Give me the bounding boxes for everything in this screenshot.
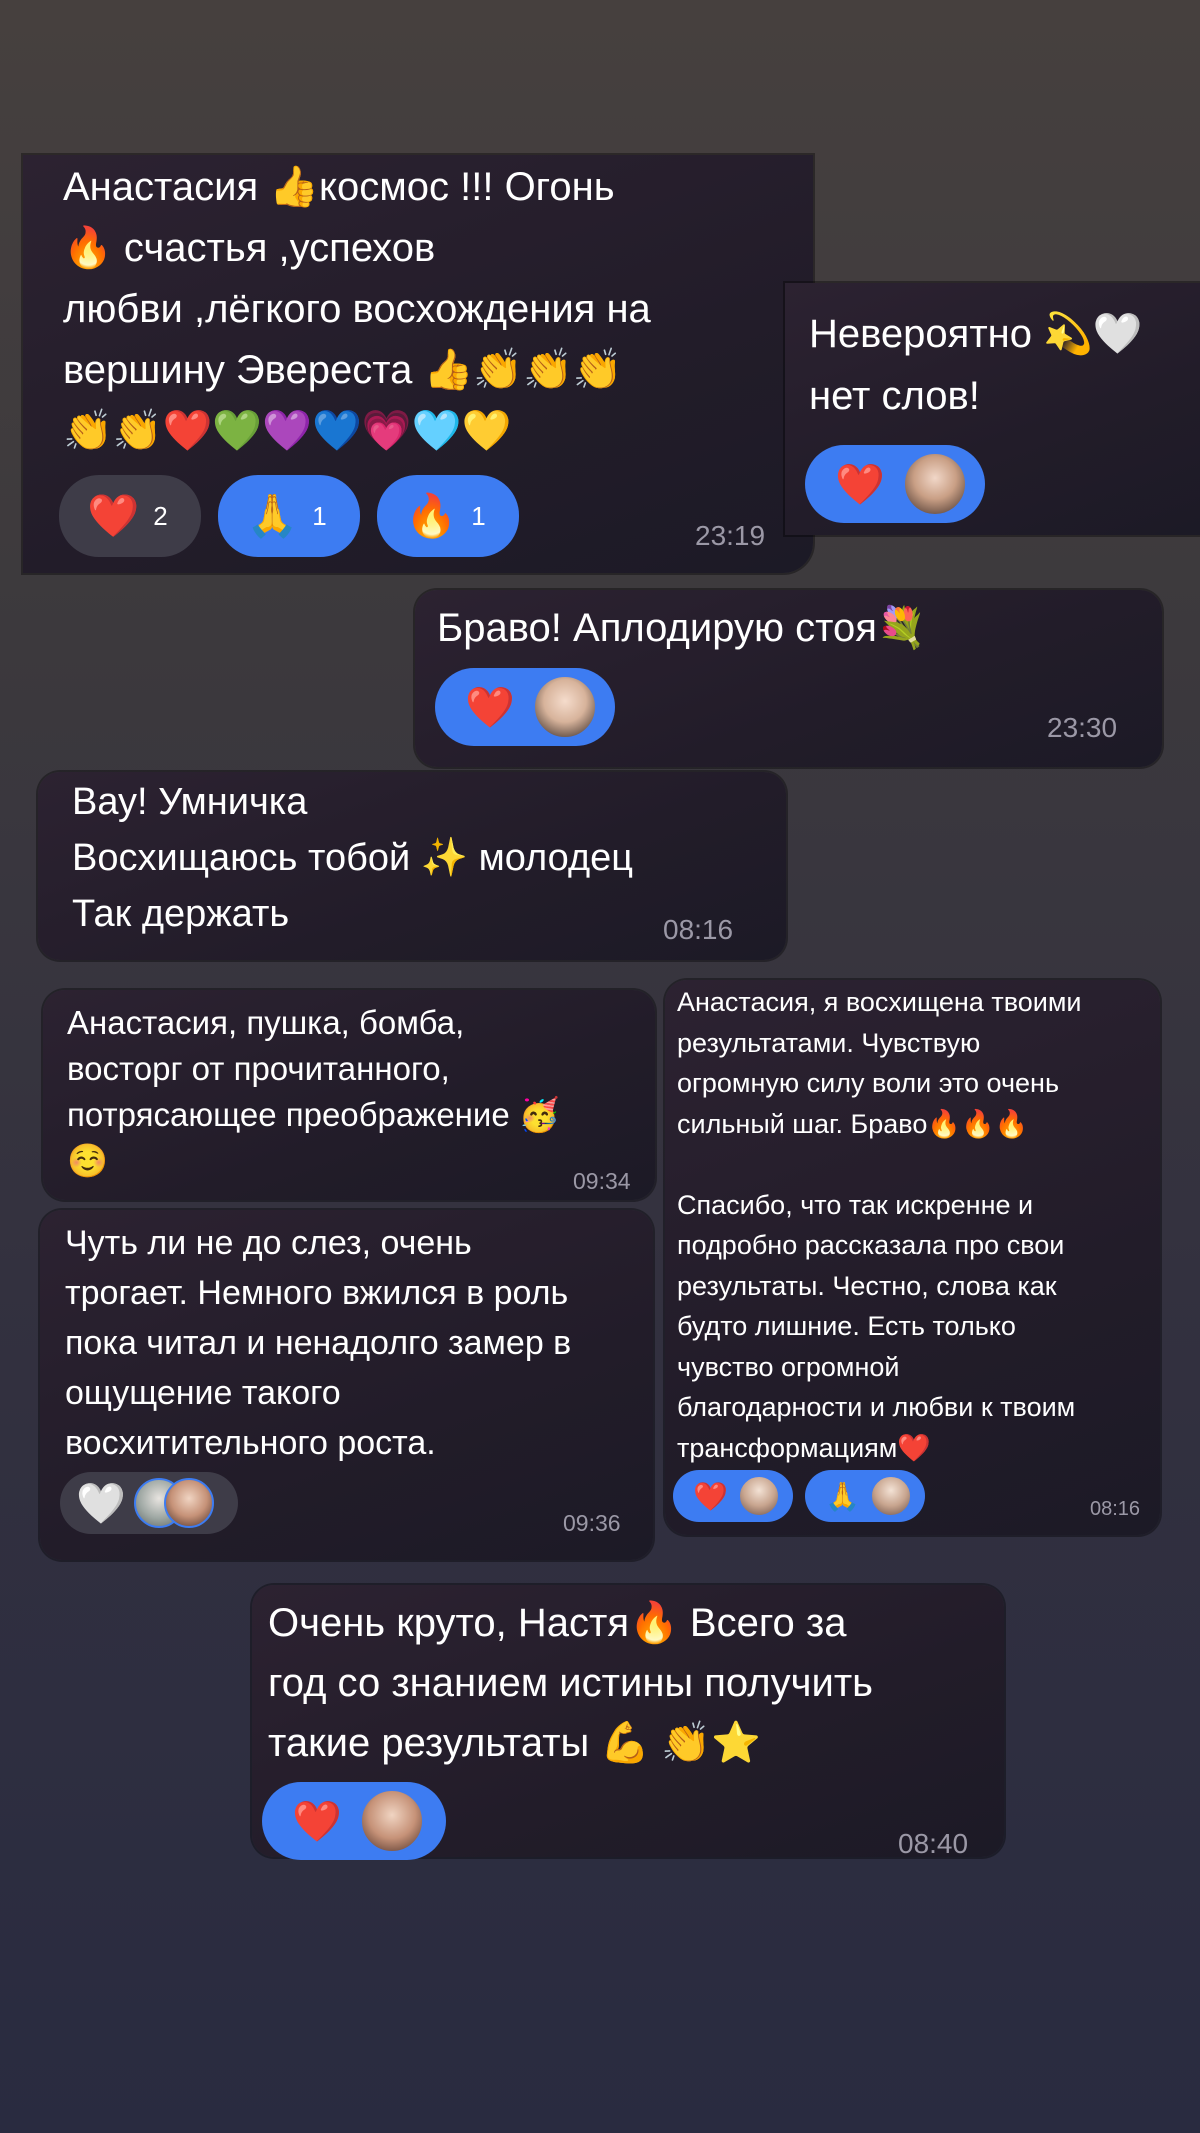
heart-icon: ❤️	[835, 462, 885, 507]
avatar	[902, 452, 967, 516]
message-bubble-1[interactable]: Анастасия 👍космос !!! Огонь 🔥 счастья ,у…	[23, 155, 813, 573]
message-time: 08:16	[663, 914, 734, 945]
message-bubble-8[interactable]: Очень круто, Настя🔥 Всего за год со знан…	[252, 1585, 1004, 1860]
heart-icon: ❤️	[87, 491, 140, 539]
reaction-heart[interactable]: ❤️	[435, 668, 615, 746]
heart-icon: ❤️	[292, 1799, 342, 1844]
reaction-count: 1	[471, 500, 486, 531]
message-text-3: Браво! Аплодирую стоя💐	[437, 606, 927, 650]
avatar	[737, 1475, 780, 1517]
fire-icon: 🔥	[405, 491, 458, 539]
message-bubble-5[interactable]: Анастасия, пушка, бомба, восторг от проч…	[43, 990, 655, 1200]
pray-icon: 🙏	[246, 491, 299, 539]
message-bubble-7[interactable]: Чуть ли не до слез, очень трогает. Немно…	[40, 1210, 653, 1560]
message-text-8: Очень круто, Настя🔥 Всего за год со знан…	[268, 1601, 873, 1765]
message-text-7: Чуть ли не до слез, очень трогает. Немно…	[65, 1224, 572, 1462]
message-bubble-3[interactable]: Браво! Аплодирую стоя💐 ❤️ 23:30	[415, 590, 1162, 767]
white-heart-icon: 🤍	[76, 1481, 126, 1526]
reaction-heart[interactable]: ❤️ 2	[59, 475, 201, 557]
heart-icon: ❤️	[465, 685, 515, 730]
avatar	[359, 1789, 424, 1853]
reaction-count: 2	[153, 500, 168, 531]
reaction-pray[interactable]: 🙏 1	[218, 475, 360, 557]
reaction-pray[interactable]: 🙏	[805, 1470, 925, 1522]
message-bubble-2[interactable]: Невероятно 💫🤍 нет слов! ❤️	[785, 283, 1200, 535]
message-text-5: Анастасия, пушка, бомба, восторг от проч…	[67, 1004, 560, 1179]
heart-icon: ❤️	[693, 1480, 728, 1512]
message-time: 08:40	[898, 1828, 969, 1859]
message-bubble-4[interactable]: Вау! Умничка Восхищаюсь тобой ✨ молодец …	[38, 772, 786, 960]
message-time: 23:19	[695, 520, 766, 551]
message-text-6: Анастасия, я восхищена твоими результата…	[677, 987, 1082, 1463]
avatar	[163, 1478, 214, 1528]
reaction-fire[interactable]: 🔥 1	[377, 475, 519, 557]
pray-icon: 🙏	[825, 1480, 860, 1512]
avatar	[869, 1475, 912, 1517]
reaction-white-heart[interactable]: 🤍	[60, 1472, 238, 1534]
message-time: 09:34	[573, 1168, 631, 1194]
reaction-count: 1	[312, 500, 327, 531]
message-time: 08:16	[1090, 1498, 1141, 1520]
message-text-2: Невероятно 💫🤍 нет слов!	[809, 312, 1143, 418]
reaction-heart[interactable]: ❤️	[673, 1470, 793, 1522]
avatar	[532, 675, 597, 739]
message-time: 23:30	[1047, 712, 1118, 743]
message-bubble-6[interactable]: Анастасия, я восхищена твоими результата…	[665, 980, 1160, 1535]
message-text-1: Анастасия 👍космос !!! Огонь 🔥 счастья ,у…	[63, 165, 651, 453]
message-time: 09:36	[563, 1510, 621, 1536]
reaction-heart[interactable]: ❤️	[805, 445, 985, 523]
reaction-heart[interactable]: ❤️	[262, 1782, 446, 1860]
